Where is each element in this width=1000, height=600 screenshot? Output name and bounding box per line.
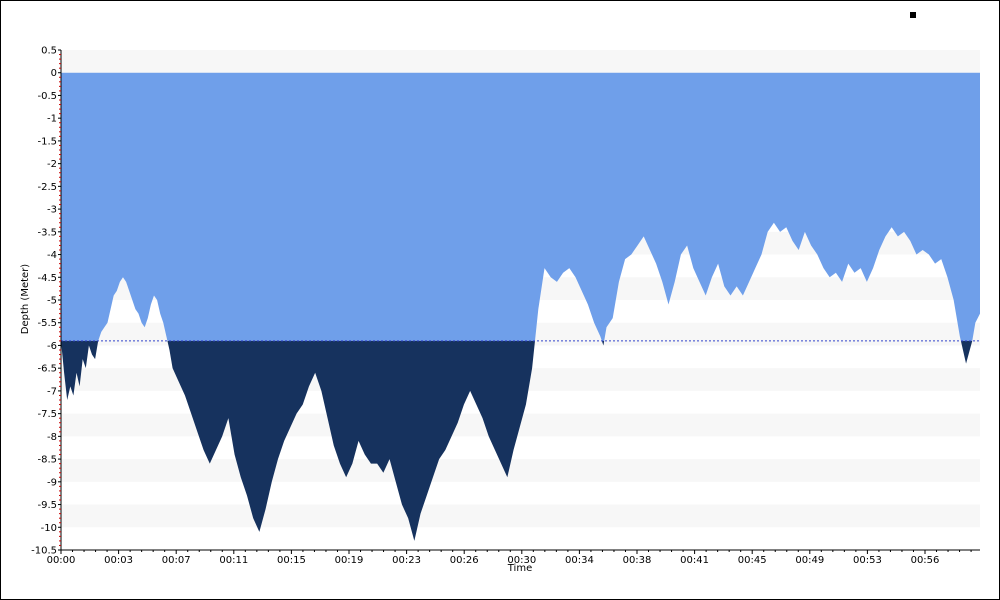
- x-tick-label: 00:49: [795, 555, 824, 566]
- y-tick-label: -5.5: [37, 318, 57, 329]
- x-tick-label: 00:38: [623, 555, 652, 566]
- x-axis-title: Time: [507, 563, 532, 574]
- y-tick-label: -9: [47, 477, 57, 488]
- x-tick-label: 00:34: [565, 555, 594, 566]
- y-tick-label: -3: [47, 205, 57, 216]
- y-tick-label: -2.5: [37, 182, 57, 193]
- x-tick-label: 00:56: [911, 555, 940, 566]
- x-tick-label: 00:45: [738, 555, 767, 566]
- x-tick-label: 00:41: [680, 555, 709, 566]
- grid-band: [61, 504, 980, 528]
- y-tick-label: -4: [47, 250, 57, 261]
- y-tick-label: 0: [51, 68, 57, 79]
- y-tick-label: -7.5: [37, 409, 57, 420]
- y-tick-label: -8: [47, 432, 57, 443]
- x-tick-label: 00:00: [47, 555, 76, 566]
- y-tick-label: -6.5: [37, 364, 57, 375]
- y-tick-label: -2: [47, 159, 57, 170]
- grid-band: [61, 459, 980, 482]
- x-tick-label: 00:03: [104, 555, 133, 566]
- y-tick-label: -5: [47, 296, 57, 307]
- y-tick-label: -6: [47, 341, 57, 352]
- depth-chart: 0.5 0 -0.5 -1 -1.5 -2 -2.5 -3 -3.5 -4 -4.5 -5 -5.5 -6…: [20, 12, 980, 574]
- x-tick-label: 00:23: [392, 555, 421, 566]
- y-tick-label: -10: [41, 523, 57, 534]
- y-axis-title: Depth (Meter): [20, 264, 31, 335]
- x-tick-label: 00:11: [219, 555, 248, 566]
- y-tick-labels: 0.5 0 -0.5 -1 -1.5 -2 -2.5 -3 -3.5 -4 -4.5 -5 -5.5 -6…: [31, 46, 61, 557]
- y-tick-label: -0.5: [37, 91, 57, 102]
- x-tick-label: 00:19: [335, 555, 364, 566]
- x-tick-label: 00:53: [853, 555, 882, 566]
- y-tick-label: -9.5: [37, 500, 57, 511]
- legend-marker: [910, 12, 916, 18]
- y-tick-label: -7: [47, 386, 57, 397]
- y-tick-label: 0.5: [41, 46, 57, 57]
- y-tick-label: -8.5: [37, 455, 57, 466]
- y-tick-label: -3.5: [37, 227, 57, 238]
- x-tick-label: 00:26: [450, 555, 479, 566]
- grid-band: [61, 50, 980, 73]
- y-tick-label: -1.5: [37, 136, 57, 147]
- y-tick-label: -4.5: [37, 273, 57, 284]
- x-tick-label: 00:15: [277, 555, 306, 566]
- y-tick-label: -1: [47, 114, 57, 125]
- x-tick-label: 00:07: [162, 555, 191, 566]
